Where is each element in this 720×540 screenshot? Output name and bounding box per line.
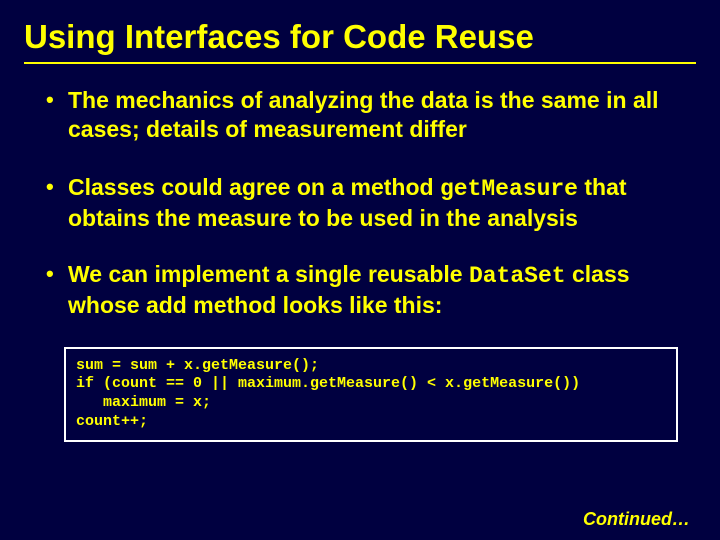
bullet-text: Classes could agree on a method — [68, 174, 440, 200]
code-block: sum = sum + x.getMeasure(); if (count ==… — [64, 347, 678, 442]
bullet-list: The mechanics of analyzing the data is t… — [24, 86, 696, 321]
slide: Using Interfaces for Code Reuse The mech… — [0, 0, 720, 540]
bullet-text: We can implement a single reusable — [68, 261, 469, 287]
bullet-text: The mechanics of analyzing the data is t… — [68, 87, 659, 142]
bullet-item: The mechanics of analyzing the data is t… — [46, 86, 696, 147]
continued-label: Continued… — [583, 509, 690, 530]
bullet-item: We can implement a single reusable DataS… — [46, 260, 696, 321]
bullet-code: getMeasure — [440, 176, 578, 202]
bullet-item: Classes could agree on a method getMeasu… — [46, 173, 696, 234]
bullet-code: DataSet — [469, 263, 566, 289]
slide-title: Using Interfaces for Code Reuse — [24, 18, 696, 64]
